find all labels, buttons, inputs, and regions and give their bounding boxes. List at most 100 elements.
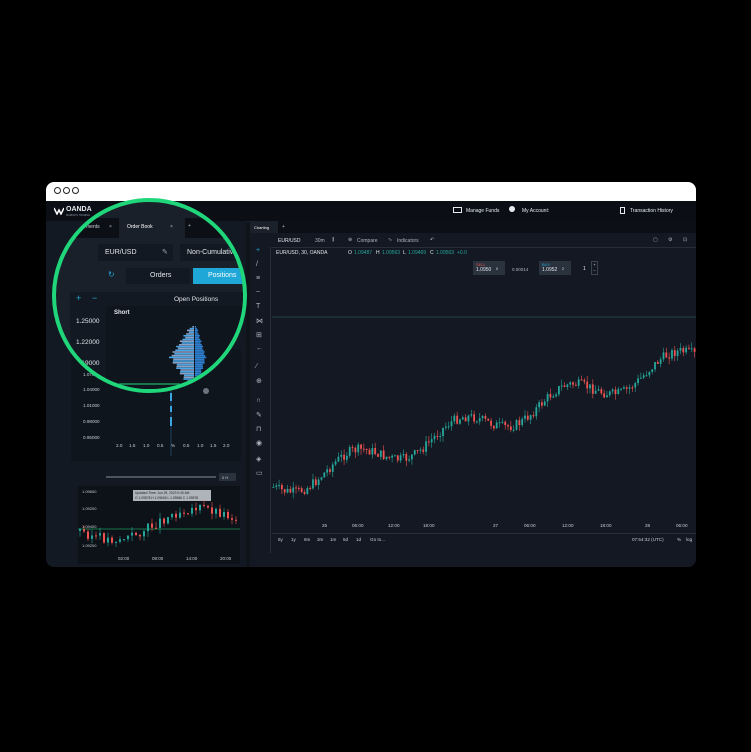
edit-pencil-icon[interactable]: ✎ <box>162 248 168 256</box>
candle-body <box>487 418 490 421</box>
range-6m[interactable]: 6m <box>304 537 310 542</box>
range-1d[interactable]: 1d <box>356 537 361 542</box>
candle-body <box>399 455 402 461</box>
ruler-icon[interactable]: ∕ <box>256 363 257 370</box>
price-chart-canvas[interactable] <box>272 247 696 557</box>
draw-mode-icon[interactable]: ✎ <box>256 411 262 419</box>
transaction-history-link[interactable]: Transaction History <box>630 208 673 214</box>
positions-tab[interactable]: Positions <box>193 268 243 284</box>
layers-icon[interactable]: ◈ <box>256 455 261 463</box>
cumulative-mode-select[interactable]: Non-Cumulative <box>180 244 243 261</box>
text-tool-icon[interactable]: T <box>256 303 260 310</box>
histogram-bar <box>195 335 200 337</box>
zoom-in-icon[interactable]: ⊕ <box>256 377 262 385</box>
candle-body <box>357 444 360 453</box>
interval-selector[interactable]: 30m <box>315 238 325 244</box>
candle-body <box>549 394 552 398</box>
histogram-bar <box>182 338 194 341</box>
histogram-bar <box>172 362 194 364</box>
close-tab-icon[interactable]: × <box>109 224 112 230</box>
eye-icon[interactable]: ◉ <box>256 439 262 447</box>
manage-funds-link[interactable]: Manage Funds <box>466 208 499 214</box>
prediction-icon[interactable]: ⊞ <box>256 331 262 339</box>
undo-icon[interactable]: ↶ <box>430 237 434 243</box>
candle-body <box>340 454 343 457</box>
tab-order-book[interactable]: Order Book <box>127 224 153 230</box>
candle-body <box>292 487 295 493</box>
time-slider-label[interactable]: 0 H <box>222 475 228 480</box>
histogram-bar <box>195 327 197 330</box>
histogram-bar <box>195 349 204 351</box>
add-tab-icon[interactable]: + <box>188 223 191 229</box>
window-maximize-dot[interactable] <box>72 187 79 194</box>
range-5d[interactable]: 5d <box>343 537 348 542</box>
back-arrow-icon[interactable]: ← <box>256 345 263 352</box>
histogram-bar <box>174 353 194 355</box>
candle-body <box>529 415 532 420</box>
refresh-icon[interactable]: ↻ <box>108 270 115 279</box>
range-3m[interactable]: 3m <box>317 537 323 542</box>
chart-x-label: 12:00 <box>388 523 400 528</box>
histogram-bar <box>195 333 199 335</box>
histogram-bar <box>195 331 198 333</box>
candle-body <box>348 447 351 456</box>
candle-body <box>682 348 685 353</box>
candle-body <box>323 472 326 478</box>
compare-icon[interactable]: ⊕ <box>348 237 352 243</box>
histogram-bar <box>195 385 197 387</box>
screenshot-icon[interactable]: ⊡ <box>683 237 687 243</box>
close-tab-icon[interactable]: × <box>170 224 173 230</box>
histogram-bar <box>195 329 199 332</box>
settings-gear-icon[interactable]: ⚙ <box>668 237 672 243</box>
tab-charting[interactable]: Charting <box>254 225 269 230</box>
histogram-bar <box>195 358 205 360</box>
tab-instruments[interactable]: ments <box>86 224 100 230</box>
log-scale-toggle[interactable]: log <box>686 537 692 542</box>
bar-style-icon[interactable]: ⫼ <box>332 237 334 243</box>
zoom-magnifier: ments × Order Book × + EUR/USD ✎ Non-Cum… <box>52 198 247 393</box>
magnet-icon[interactable]: ∩ <box>256 397 261 404</box>
fib-icon[interactable]: ≡ <box>256 275 260 282</box>
add-chart-tab-icon[interactable]: + <box>282 224 285 230</box>
candle-body <box>620 388 622 390</box>
goto-button[interactable]: Go to... <box>370 537 385 542</box>
window-close-dot[interactable] <box>54 187 61 194</box>
candle-body <box>600 389 603 394</box>
zoom-out-minus-icon[interactable]: − <box>92 293 97 303</box>
time-display: 07:54:32 (UTC) <box>632 537 664 542</box>
compare-button[interactable]: Compare <box>357 238 378 244</box>
percent-scale-toggle[interactable]: % <box>677 537 681 542</box>
pattern-icon[interactable]: ⋈ <box>256 317 263 325</box>
candle-body <box>371 447 374 455</box>
candle-body <box>79 529 81 531</box>
candle-body <box>191 507 193 514</box>
symbol-selector[interactable]: EUR/USD <box>278 238 301 244</box>
chart-x-label: 27 <box>493 523 499 528</box>
range-1m[interactable]: 1m <box>330 537 336 542</box>
trend-line-icon[interactable]: / <box>256 261 258 268</box>
candle-body <box>103 533 105 543</box>
crosshair-icon[interactable]: + <box>256 247 260 254</box>
my-account-link[interactable]: My Account: <box>522 208 549 214</box>
brush-icon[interactable]: ~ <box>256 289 260 296</box>
orders-tab[interactable]: Orders <box>126 268 190 284</box>
zoom-in-plus-icon[interactable]: + <box>76 293 81 303</box>
histogram-bar <box>195 344 202 346</box>
range-5y[interactable]: 5y <box>278 537 283 542</box>
instrument-selector[interactable]: EUR/USD ✎ <box>98 244 173 261</box>
histogram-bar <box>172 360 194 362</box>
window-minimize-dot[interactable] <box>63 187 70 194</box>
candle-body <box>199 504 201 511</box>
lock-icon[interactable]: ⊓ <box>256 425 261 433</box>
fullscreen-icon[interactable]: ▢ <box>653 237 658 243</box>
candle-body <box>300 488 303 492</box>
indicators-button[interactable]: Indicators <box>397 238 419 244</box>
candle-body <box>388 456 391 458</box>
chart-tab-bar: Charting + <box>250 221 696 233</box>
indicators-icon[interactable]: ∿ <box>388 237 392 243</box>
range-1y[interactable]: 1y <box>291 537 296 542</box>
oanda-logo-icon <box>54 207 64 215</box>
cumulative-mode-value: Non-Cumulative <box>187 249 238 256</box>
trash-icon[interactable]: ▭ <box>256 469 263 477</box>
candle-body <box>275 485 278 487</box>
